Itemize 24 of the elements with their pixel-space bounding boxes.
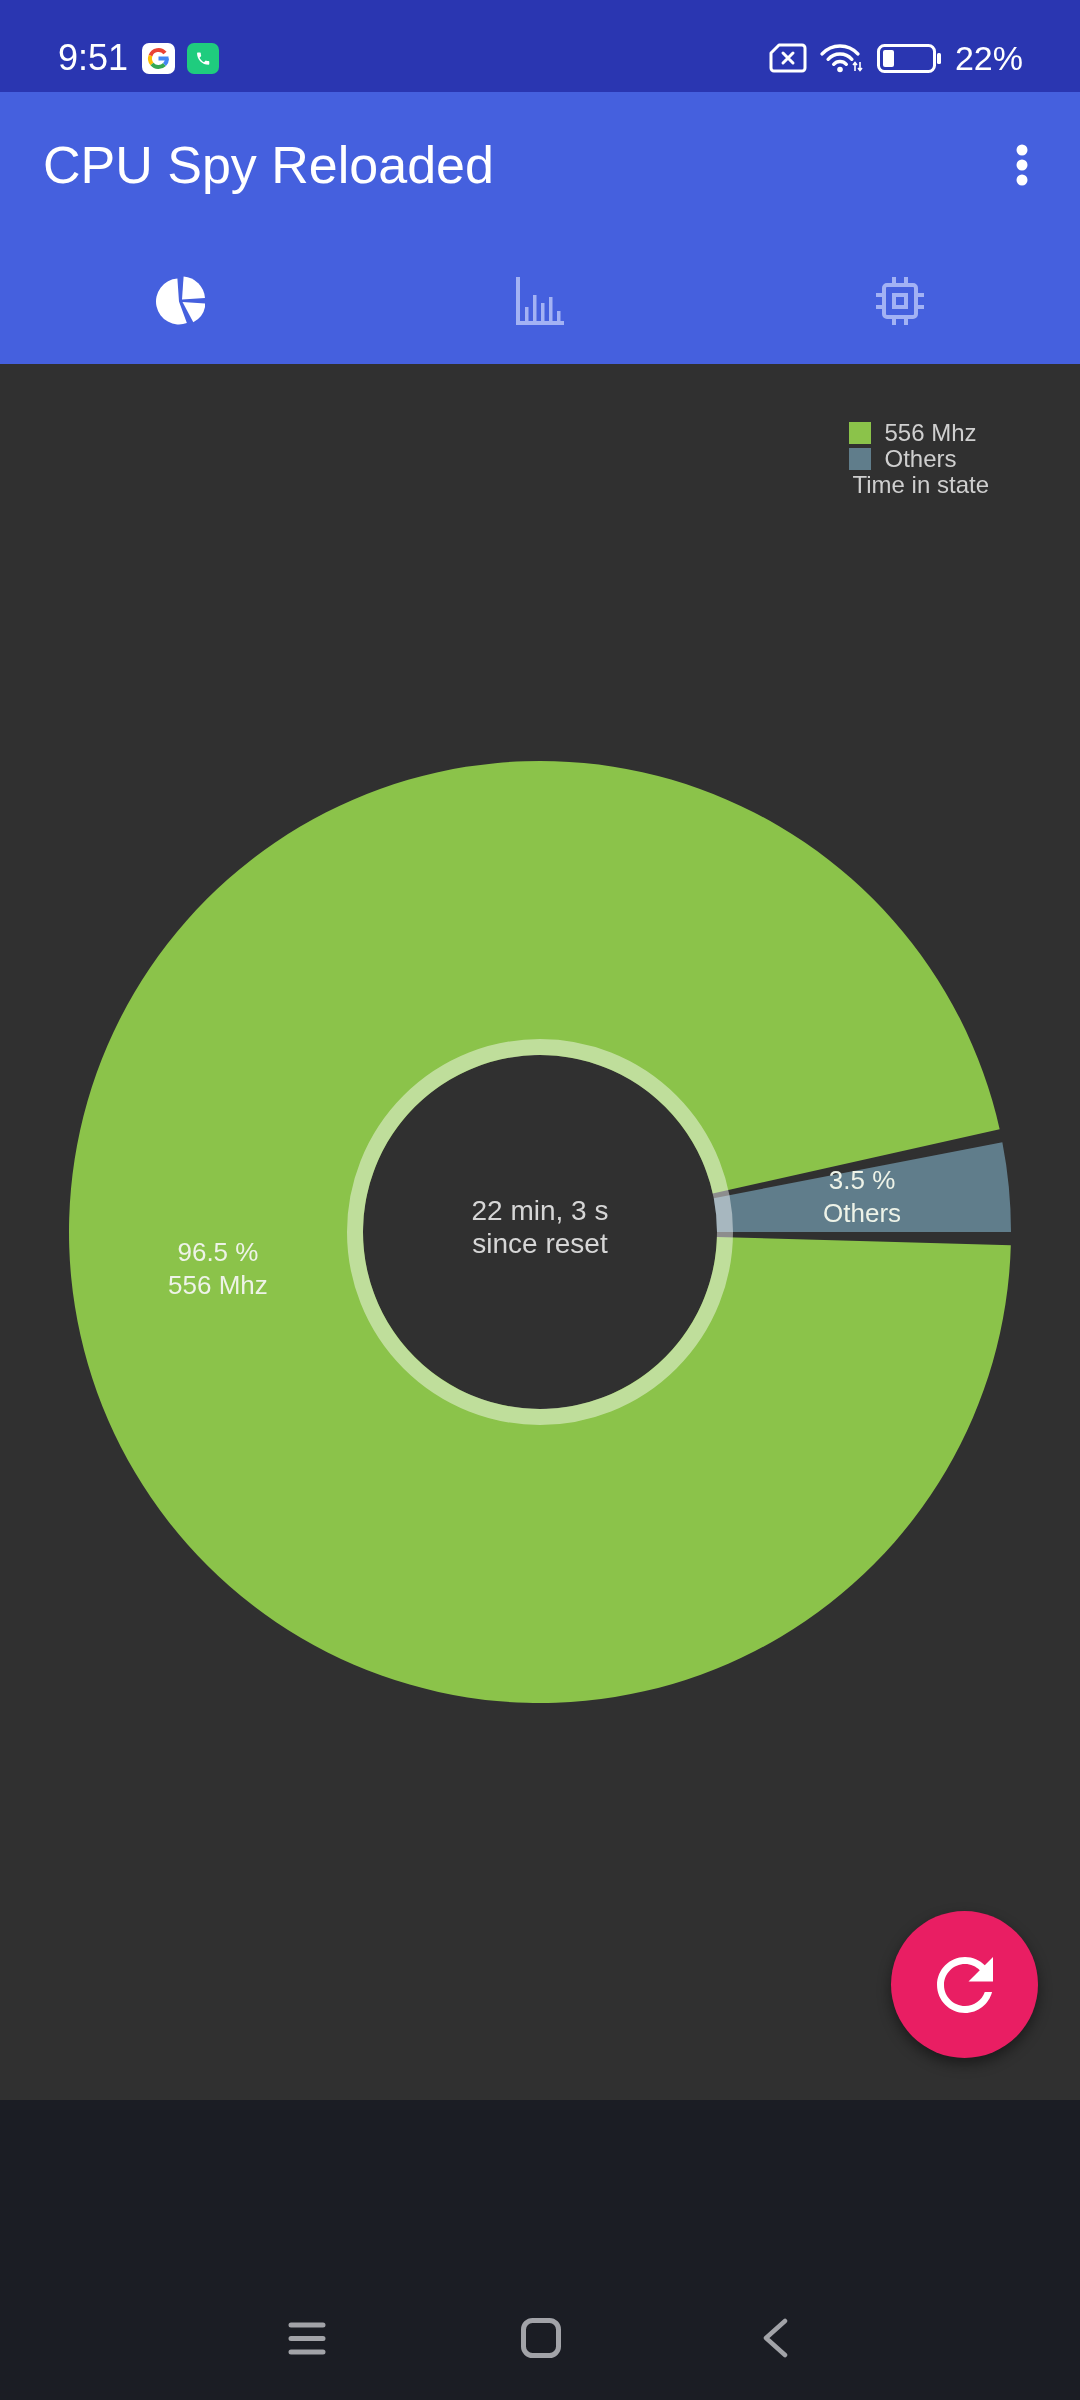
more-vertical-icon: [1016, 144, 1028, 186]
slice-name-label: Others: [823, 1198, 902, 1229]
bar-chart-icon: [516, 277, 564, 325]
app-title: CPU Spy Reloaded: [43, 135, 495, 196]
status-time: 9:51: [58, 38, 129, 78]
battery-icon: [876, 43, 942, 73]
back-icon[interactable]: [762, 2318, 788, 2358]
cpu-chip-icon: [876, 277, 924, 325]
sim-card-x-icon: [768, 43, 807, 73]
legend-label: 556 Mhz: [884, 420, 977, 446]
phone-icon: [187, 42, 220, 74]
elapsed-time-label: 22 min, 3 s since reset: [471, 1194, 609, 1259]
slice-percentage-label: 3.5 %: [828, 1165, 896, 1196]
battery-percentage: 22%: [954, 38, 1023, 78]
refresh-icon: [936, 1956, 993, 2013]
legend-title: Time in state: [852, 472, 989, 498]
pie-chart-icon: [155, 276, 205, 326]
slice-percentage-label: 96.5 %: [177, 1236, 259, 1267]
wifi-icon: [819, 43, 864, 73]
recents-icon[interactable]: [288, 2321, 326, 2355]
multicolor-g-icon: [142, 42, 176, 74]
legend-label: Others: [884, 446, 957, 472]
slice-name-label: 556 Mhz: [168, 1269, 268, 1300]
home-icon[interactable]: [521, 2318, 561, 2358]
